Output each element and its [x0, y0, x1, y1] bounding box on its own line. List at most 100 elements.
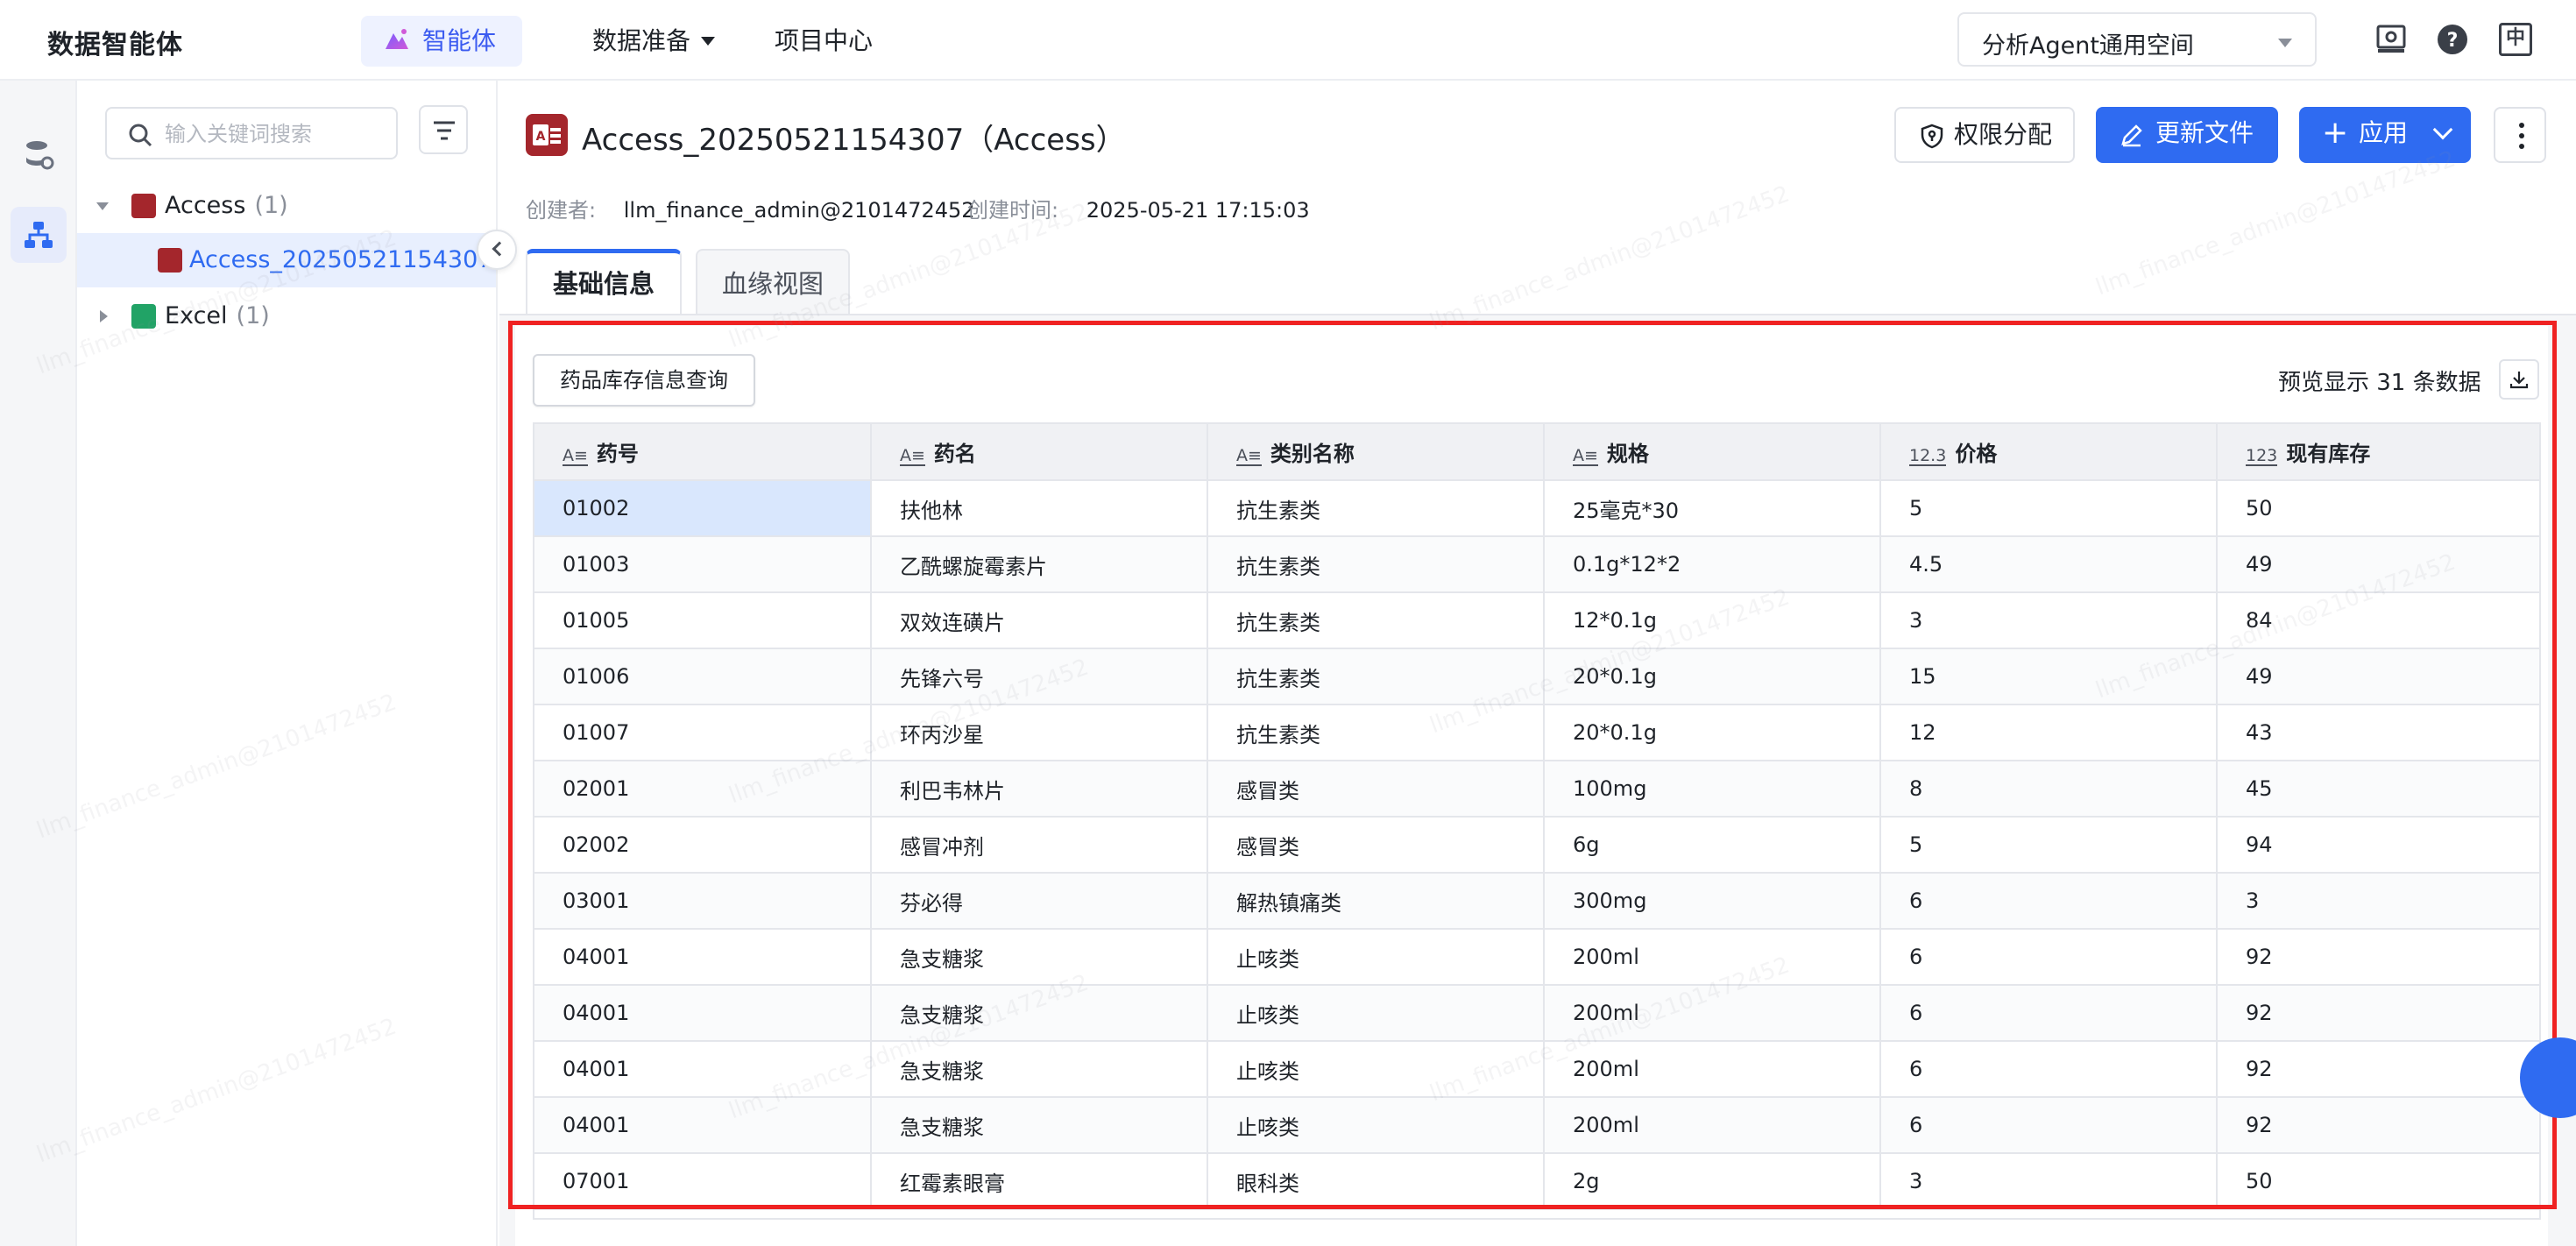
table-cell[interactable]: 12: [1880, 704, 2218, 761]
table-cell[interactable]: 49: [2217, 536, 2539, 593]
table-cell[interactable]: 解热镇痛类: [1207, 873, 1545, 930]
table-cell[interactable]: 眼科类: [1207, 1153, 1545, 1210]
table-cell[interactable]: 0.1g*12*2: [1544, 536, 1881, 593]
table-cell[interactable]: 抗生素类: [1207, 592, 1545, 649]
nav-agent[interactable]: 智能体: [361, 16, 522, 67]
apply-button[interactable]: + 应用: [2299, 107, 2471, 163]
table-cell[interactable]: 01006: [534, 648, 872, 705]
table-cell[interactable]: 200ml: [1544, 985, 1881, 1042]
table-cell[interactable]: 92: [2217, 985, 2539, 1042]
tree-node-access-file[interactable]: Access_20250521154307: [77, 233, 496, 287]
tab-lineage-view[interactable]: 血缘视图: [696, 249, 850, 315]
update-file-button[interactable]: 更新文件: [2096, 107, 2278, 163]
expand-arrow-icon[interactable]: [96, 202, 109, 210]
table-cell[interactable]: 急支糖浆: [871, 1041, 1208, 1098]
table-cell[interactable]: 04001: [534, 985, 872, 1042]
table-cell[interactable]: 20*0.1g: [1544, 704, 1881, 761]
column-header[interactable]: 123 现有库存: [2217, 424, 2539, 481]
table-cell[interactable]: 急支糖浆: [871, 1097, 1208, 1154]
table-cell[interactable]: 200ml: [1544, 929, 1881, 986]
table-cell[interactable]: 20*0.1g: [1544, 648, 1881, 705]
table-cell[interactable]: 200ml: [1544, 1041, 1881, 1098]
table-cell[interactable]: 3: [2217, 873, 2539, 930]
table-cell[interactable]: 环丙沙星: [871, 704, 1208, 761]
table-cell[interactable]: 03001: [534, 873, 872, 930]
table-cell[interactable]: 急支糖浆: [871, 929, 1208, 986]
language-icon[interactable]: 中: [2499, 23, 2532, 56]
table-cell[interactable]: 3: [1880, 592, 2218, 649]
table-cell[interactable]: 6: [1880, 985, 2218, 1042]
column-header[interactable]: A≡ 规格: [1544, 424, 1881, 481]
table-cell[interactable]: 抗生素类: [1207, 480, 1545, 537]
permission-button[interactable]: 权限分配: [1894, 107, 2075, 163]
table-cell[interactable]: 芬必得: [871, 873, 1208, 930]
nav-project-center[interactable]: 项目中心: [775, 16, 873, 67]
table-cell[interactable]: 6: [1880, 929, 2218, 986]
collapse-sidebar-button[interactable]: [477, 230, 517, 270]
table-cell[interactable]: 94: [2217, 817, 2539, 874]
table-cell[interactable]: 红霉素眼膏: [871, 1153, 1208, 1210]
table-cell[interactable]: 乙酰螺旋霉素片: [871, 536, 1208, 593]
table-cell[interactable]: 100mg: [1544, 761, 1881, 818]
table-cell[interactable]: 2g: [1544, 1153, 1881, 1210]
table-cell[interactable]: 感冒冲剂: [871, 817, 1208, 874]
table-cell[interactable]: 4.5: [1880, 536, 2218, 593]
nav-data-prep[interactable]: 数据准备: [592, 16, 716, 67]
search-input[interactable]: [165, 119, 384, 149]
column-header[interactable]: A≡ 药号: [534, 424, 872, 481]
column-header[interactable]: A≡ 类别名称: [1207, 424, 1545, 481]
rail-lineage[interactable]: [11, 207, 67, 263]
table-cell[interactable]: 止咳类: [1207, 1041, 1545, 1098]
table-cell[interactable]: 50: [2217, 1153, 2539, 1210]
table-cell[interactable]: 04001: [534, 1041, 872, 1098]
table-cell[interactable]: 双效连磺片: [871, 592, 1208, 649]
table-cell[interactable]: 止咳类: [1207, 929, 1545, 986]
table-cell[interactable]: 300mg: [1544, 873, 1881, 930]
more-menu-button[interactable]: [2494, 107, 2546, 163]
rail-database[interactable]: [11, 126, 67, 182]
query-name-button[interactable]: 药品库存信息查询: [533, 354, 755, 407]
table-cell[interactable]: 5: [1880, 817, 2218, 874]
table-cell[interactable]: 抗生素类: [1207, 704, 1545, 761]
column-header[interactable]: A≡ 药名: [871, 424, 1208, 481]
table-cell[interactable]: 01005: [534, 592, 872, 649]
table-cell[interactable]: 200ml: [1544, 1097, 1881, 1154]
table-cell[interactable]: 49: [2217, 648, 2539, 705]
table-cell[interactable]: 04001: [534, 929, 872, 986]
table-cell[interactable]: 04001: [534, 1097, 872, 1154]
table-cell[interactable]: 92: [2217, 1097, 2539, 1154]
table-cell[interactable]: 抗生素类: [1207, 648, 1545, 705]
table-cell[interactable]: 止咳类: [1207, 1097, 1545, 1154]
table-cell[interactable]: 25毫克*30: [1544, 480, 1881, 537]
download-button[interactable]: [2499, 359, 2539, 400]
table-cell[interactable]: 抗生素类: [1207, 536, 1545, 593]
table-cell[interactable]: 50: [2217, 480, 2539, 537]
table-cell[interactable]: 15: [1880, 648, 2218, 705]
table-cell[interactable]: 92: [2217, 1041, 2539, 1098]
table-cell[interactable]: 02002: [534, 817, 872, 874]
table-cell[interactable]: 92: [2217, 929, 2539, 986]
table-cell[interactable]: 84: [2217, 592, 2539, 649]
tree-node-excel[interactable]: Excel (1): [77, 289, 496, 343]
tree-node-access[interactable]: Access (1): [77, 179, 496, 233]
tab-basic-info[interactable]: 基础信息: [526, 249, 682, 315]
filter-button[interactable]: [419, 105, 468, 154]
column-header[interactable]: 12.3 价格: [1880, 424, 2218, 481]
table-cell[interactable]: 6g: [1544, 817, 1881, 874]
table-cell[interactable]: 01002: [534, 480, 872, 537]
table-cell[interactable]: 感冒类: [1207, 817, 1545, 874]
help-icon[interactable]: ?: [2436, 23, 2469, 56]
table-cell[interactable]: 01007: [534, 704, 872, 761]
table-cell[interactable]: 3: [1880, 1153, 2218, 1210]
settings-monitor-icon[interactable]: [2374, 23, 2408, 56]
table-cell[interactable]: 8: [1880, 761, 2218, 818]
space-select[interactable]: 分析Agent通用空间: [1957, 12, 2317, 67]
table-cell[interactable]: 急支糖浆: [871, 985, 1208, 1042]
table-cell[interactable]: 扶他林: [871, 480, 1208, 537]
table-cell[interactable]: 45: [2217, 761, 2539, 818]
table-cell[interactable]: 43: [2217, 704, 2539, 761]
table-cell[interactable]: 01003: [534, 536, 872, 593]
table-cell[interactable]: 5: [1880, 480, 2218, 537]
table-cell[interactable]: 利巴韦林片: [871, 761, 1208, 818]
table-cell[interactable]: 07001: [534, 1153, 872, 1210]
